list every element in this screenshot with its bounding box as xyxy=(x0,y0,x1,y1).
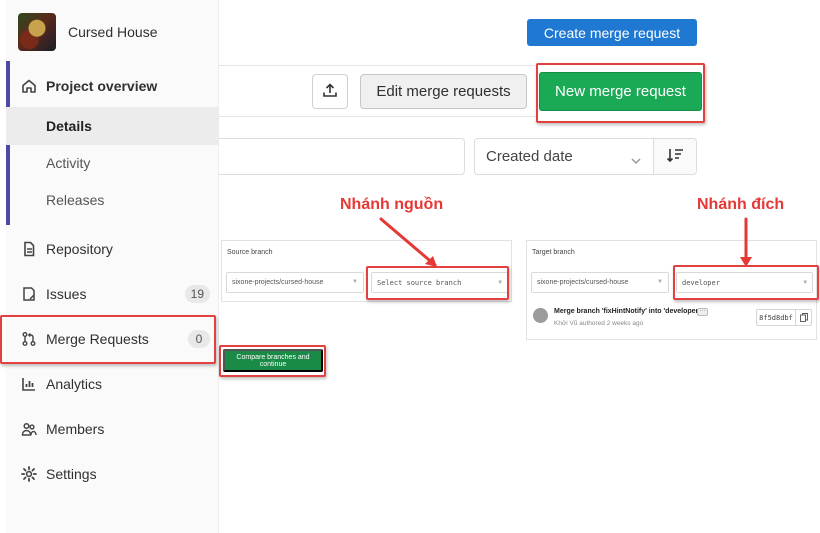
source-branch-callout: Nhánh nguồn xyxy=(340,196,443,214)
target-branch-title: Target branch xyxy=(532,249,575,256)
copy-sha-button[interactable] xyxy=(796,309,812,326)
source-project-select[interactable]: sixone-projects/cursed-house ▼ xyxy=(226,272,364,293)
chart-icon xyxy=(20,375,38,393)
source-project-value: sixone-projects/cursed-house xyxy=(232,279,324,286)
sidebar-subitem-label: Activity xyxy=(46,155,91,171)
sidebar-subitem-releases[interactable]: Releases xyxy=(6,181,219,219)
source-branch-callout-label: Nhánh nguồn xyxy=(340,196,444,213)
sidebar-item-label: Repository xyxy=(46,241,113,257)
upload-icon xyxy=(322,82,338,101)
source-branch-title: Source branch xyxy=(227,249,273,256)
sort-direction-button[interactable] xyxy=(654,138,697,175)
project-header[interactable]: Cursed House xyxy=(18,13,158,51)
sort-select-label: Created date xyxy=(486,148,573,165)
sidebar-item-project-overview[interactable]: Project overview xyxy=(6,67,219,105)
commit-expand-button[interactable]: ··· xyxy=(697,308,708,316)
sidebar-item-label: Settings xyxy=(46,466,97,482)
target-project-select[interactable]: sixone-projects/cursed-house ▼ xyxy=(531,272,669,293)
sidebar-item-label: Project overview xyxy=(46,78,158,94)
home-icon xyxy=(20,77,38,95)
document-icon xyxy=(20,240,38,258)
upload-button[interactable] xyxy=(312,74,348,109)
chevron-down-icon: ▼ xyxy=(657,279,663,285)
sidebar-item-repository[interactable]: Repository xyxy=(6,230,219,268)
sidebar-item-label: Members xyxy=(46,421,105,437)
target-branch-callout: Nhánh đích xyxy=(697,196,784,214)
issues-icon xyxy=(20,285,38,303)
commit-author-avatar xyxy=(533,308,548,323)
edit-merge-requests-button[interactable]: Edit merge requests xyxy=(360,74,527,109)
highlight-compare-button xyxy=(219,345,326,377)
source-arrow-icon xyxy=(379,217,437,267)
copy-icon xyxy=(799,313,808,322)
sort-select[interactable]: Created date xyxy=(474,138,654,175)
commit-meta: Khởi Vũ authored 2 weeks ago xyxy=(554,320,643,327)
gear-icon xyxy=(20,465,38,483)
target-project-value: sixone-projects/cursed-house xyxy=(537,279,629,286)
sidebar-subitem-label: Details xyxy=(46,118,92,134)
project-sidebar: Cursed House Project overview Details Ac… xyxy=(6,0,219,533)
commit-title[interactable]: Merge branch 'fixHintNotify' into 'devel… xyxy=(554,308,700,315)
issues-count-badge: 19 xyxy=(184,285,210,303)
sidebar-subitem-details[interactable]: Details xyxy=(6,107,219,145)
chevron-down-icon: ▼ xyxy=(352,279,358,285)
sidebar-subitem-activity[interactable]: Activity xyxy=(6,144,219,182)
sidebar-item-analytics[interactable]: Analytics xyxy=(6,365,219,403)
highlight-target-branch xyxy=(673,265,819,300)
target-commit-row: Merge branch 'fixHintNotify' into 'devel… xyxy=(527,303,817,335)
search-input[interactable] xyxy=(219,138,465,175)
chevron-down-icon xyxy=(631,152,641,169)
sidebar-item-label: Issues xyxy=(46,286,87,302)
commit-author[interactable]: Khởi Vũ xyxy=(554,320,577,327)
commit-meta-suffix: authored 2 weeks ago xyxy=(579,320,644,327)
sidebar-item-issues[interactable]: Issues 19 xyxy=(6,275,219,313)
sort-direction-icon xyxy=(666,147,684,166)
create-merge-request-button[interactable]: Create merge request xyxy=(527,19,697,46)
highlight-merge-requests-nav xyxy=(0,315,216,364)
project-avatar[interactable] xyxy=(18,13,56,51)
users-icon xyxy=(20,420,38,438)
target-arrow-icon xyxy=(740,217,752,267)
sidebar-item-members[interactable]: Members xyxy=(6,410,219,448)
sidebar-item-label: Analytics xyxy=(46,376,103,392)
sidebar-subitem-label: Releases xyxy=(46,192,105,208)
target-branch-callout-label: Nhánh đích xyxy=(697,196,785,213)
highlight-new-merge-request xyxy=(536,63,705,123)
commit-sha[interactable]: 8f5d8dbf xyxy=(756,309,796,326)
sidebar-item-settings[interactable]: Settings xyxy=(6,455,219,493)
project-name[interactable]: Cursed House xyxy=(68,24,158,40)
